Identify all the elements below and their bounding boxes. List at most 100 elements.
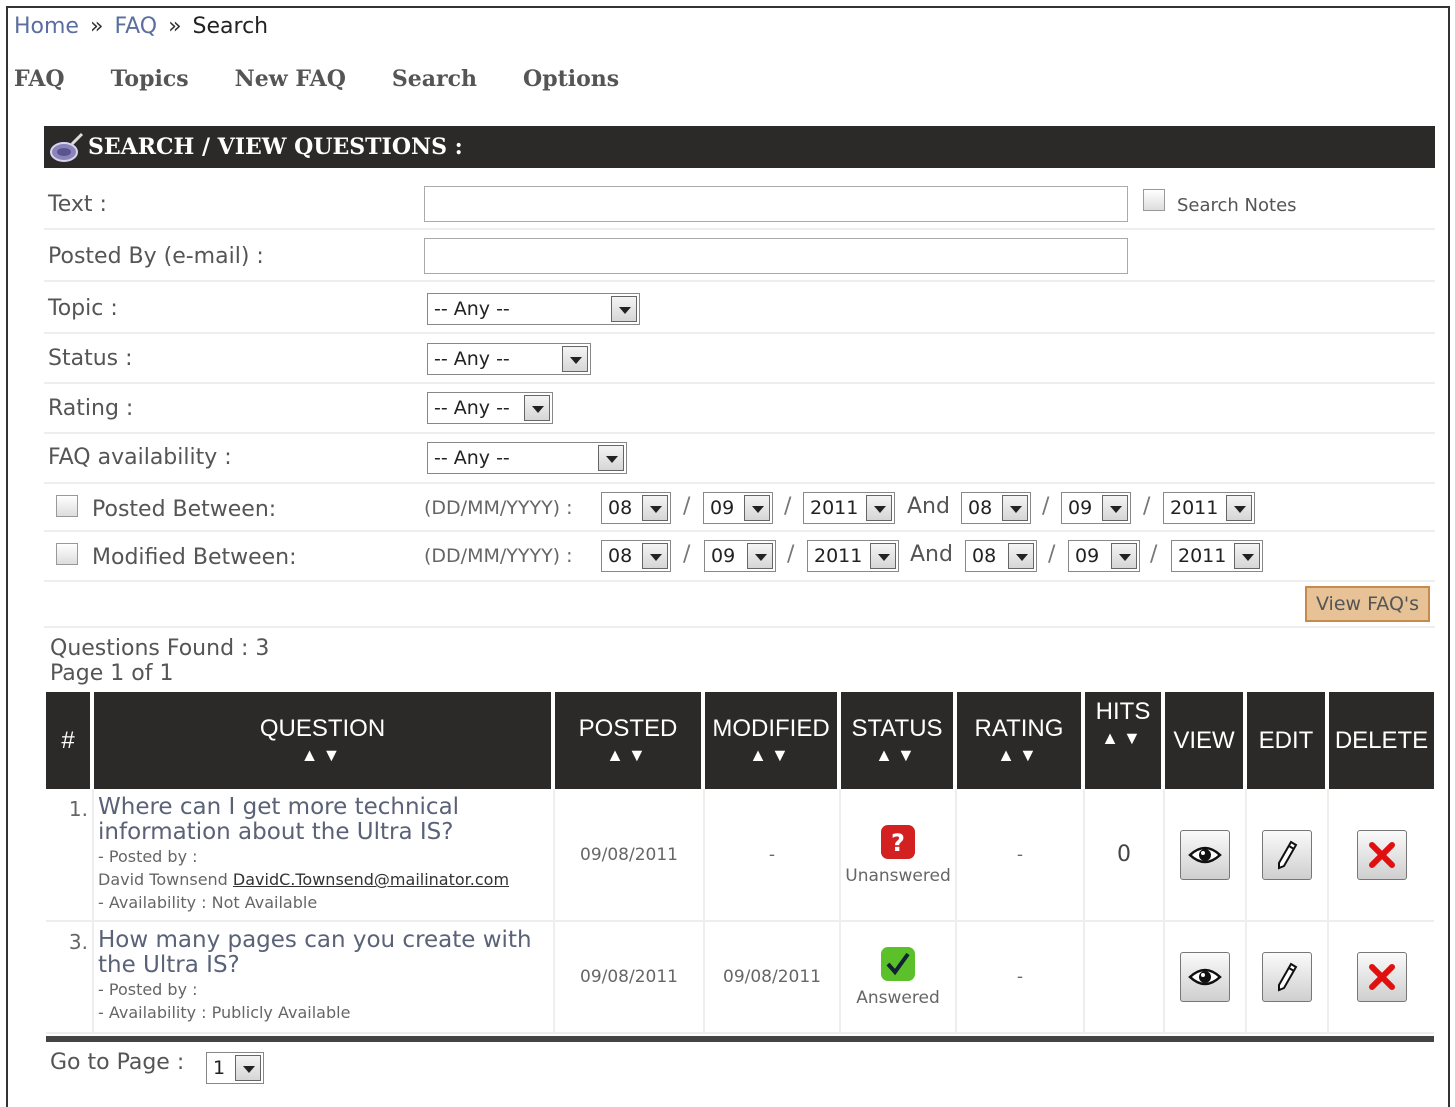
column-status[interactable]: STATUS ▲▼	[841, 692, 955, 789]
rating-select[interactable]: -- Any --	[427, 392, 553, 424]
column-posted[interactable]: POSTED ▲▼	[555, 692, 703, 789]
topic-select-value: -- Any --	[434, 298, 510, 320]
sort-arrows-icon[interactable]: ▲▼	[875, 745, 919, 766]
status-label: Status :	[48, 346, 133, 371]
pencil-icon	[1278, 962, 1298, 992]
date-slash: /	[787, 542, 795, 567]
nav-topics[interactable]: Topics	[111, 66, 189, 92]
sort-arrows-icon[interactable]: ▲▼	[301, 745, 345, 766]
button-row	[44, 582, 1435, 628]
question-mark-icon: ?	[881, 824, 915, 859]
chevron-down-icon	[524, 395, 550, 421]
sort-arrows-icon[interactable]: ▲▼	[997, 745, 1041, 766]
date-format-hint: (DD/MM/YYYY) :	[424, 545, 573, 567]
status-row: Status : -- Any --	[44, 334, 1435, 384]
author-name: David Townsend	[98, 870, 228, 889]
posted-by-input[interactable]	[424, 238, 1128, 274]
text-input[interactable]	[424, 186, 1128, 222]
status-cell: Answered	[841, 922, 957, 1034]
posted-from-day[interactable]: 08	[601, 492, 671, 524]
column-rating[interactable]: RATING ▲▼	[957, 692, 1083, 789]
posted-by-row: Posted By (e-mail) :	[44, 230, 1435, 282]
column-hits-label: HITS	[1095, 698, 1151, 725]
delete-button[interactable]	[1356, 952, 1407, 1002]
row-number: 3.	[46, 922, 94, 1034]
posted-by-label: - Posted by :	[98, 980, 198, 999]
view-faqs-button[interactable]: View FAQ's	[1305, 586, 1430, 622]
posted-date-value: 09/08/2011	[580, 967, 678, 987]
posted-from-month[interactable]: 09	[703, 492, 773, 524]
rating-cell: -	[957, 789, 1085, 922]
modified-from-month[interactable]: 09	[704, 540, 776, 572]
posted-between-checkbox[interactable]	[56, 495, 78, 517]
date-slash: /	[1042, 494, 1050, 519]
question-cell: Where can I get more technical informati…	[94, 789, 555, 922]
column-edit: EDIT	[1247, 692, 1327, 789]
sort-arrows-icon[interactable]: ▲▼	[1101, 728, 1145, 749]
column-num: #	[46, 692, 92, 789]
modified-to-month[interactable]: 09	[1068, 540, 1140, 572]
nav-search[interactable]: Search	[392, 66, 477, 92]
chevron-down-icon	[744, 495, 770, 521]
modified-date: -	[705, 789, 841, 922]
modified-to-day[interactable]: 08	[965, 540, 1037, 572]
status-select[interactable]: -- Any --	[427, 343, 591, 375]
modified-from-year-value: 2011	[814, 545, 863, 567]
search-notes-checkbox[interactable]	[1143, 189, 1165, 211]
column-modified[interactable]: MODIFIED ▲▼	[705, 692, 839, 789]
view-button[interactable]	[1180, 829, 1230, 880]
breadcrumb-home[interactable]: Home	[14, 14, 79, 39]
date-slash: /	[1048, 542, 1056, 567]
posted-to-month[interactable]: 09	[1061, 492, 1131, 524]
edit-button[interactable]	[1262, 829, 1312, 880]
sort-arrows-icon[interactable]: ▲▼	[606, 745, 650, 766]
availability-select[interactable]: -- Any --	[427, 442, 627, 474]
posted-between-row: Posted Between: (DD/MM/YYYY) : 08 / 09 /…	[44, 484, 1435, 532]
column-view-label: VIEW	[1173, 726, 1235, 754]
breadcrumb-current: Search	[192, 14, 269, 39]
sort-arrows-icon[interactable]: ▲▼	[749, 745, 793, 766]
posted-from-year-value: 2011	[810, 497, 859, 519]
edit-button[interactable]	[1262, 952, 1312, 1002]
column-delete: DELETE	[1329, 692, 1434, 789]
nav-faq[interactable]: FAQ	[14, 66, 65, 92]
modified-between-checkbox[interactable]	[56, 543, 78, 565]
author-line: David Townsend DavidC.Townsend@mailinato…	[98, 868, 553, 891]
go-to-page-label: Go to Page :	[50, 1050, 185, 1075]
row-number: 1.	[46, 789, 94, 922]
column-modified-label: MODIFIED	[712, 715, 830, 742]
search-panel-header: SEARCH / VIEW QUESTIONS :	[44, 126, 1435, 168]
date-format-hint: (DD/MM/YYYY) :	[424, 497, 573, 519]
status-select-value: -- Any --	[434, 348, 510, 370]
status-text: Answered	[856, 988, 940, 1008]
nav-new-faq[interactable]: New FAQ	[235, 66, 346, 92]
breadcrumb-faq[interactable]: FAQ	[114, 14, 157, 39]
edit-cell	[1247, 789, 1329, 922]
column-hits[interactable]: HITS ▲▼	[1085, 692, 1163, 789]
top-nav: FAQ Topics New FAQ Search Options	[14, 66, 665, 92]
view-button[interactable]	[1180, 952, 1230, 1002]
delete-button[interactable]	[1356, 829, 1407, 880]
question-link[interactable]: How many pages can you create with the U…	[98, 928, 553, 978]
posted-to-day[interactable]: 08	[961, 492, 1031, 524]
question-link[interactable]: Where can I get more technical informati…	[98, 795, 553, 845]
column-question[interactable]: QUESTION ▲▼	[94, 692, 553, 789]
modified-to-year[interactable]: 2011	[1171, 540, 1263, 572]
availability-row: FAQ availability : -- Any --	[44, 434, 1435, 484]
panel-title: SEARCH / VIEW QUESTIONS :	[88, 134, 463, 160]
chevron-down-icon	[870, 543, 896, 569]
date-slash: /	[1150, 542, 1158, 567]
modified-date-value: -	[768, 844, 776, 865]
chevron-down-icon	[1111, 543, 1137, 569]
chevron-down-icon	[598, 445, 624, 471]
modified-to-month-value: 09	[1075, 545, 1100, 567]
author-email-link[interactable]: DavidC.Townsend@mailinator.com	[233, 870, 509, 889]
modified-from-day[interactable]: 08	[601, 540, 671, 572]
topic-select[interactable]: -- Any --	[427, 293, 640, 325]
topic-row: Topic : -- Any --	[44, 282, 1435, 334]
posted-from-year[interactable]: 2011	[803, 492, 895, 524]
page-select[interactable]: 1	[206, 1052, 264, 1084]
nav-options[interactable]: Options	[523, 66, 619, 92]
modified-from-year[interactable]: 2011	[807, 540, 899, 572]
posted-to-year[interactable]: 2011	[1163, 492, 1255, 524]
